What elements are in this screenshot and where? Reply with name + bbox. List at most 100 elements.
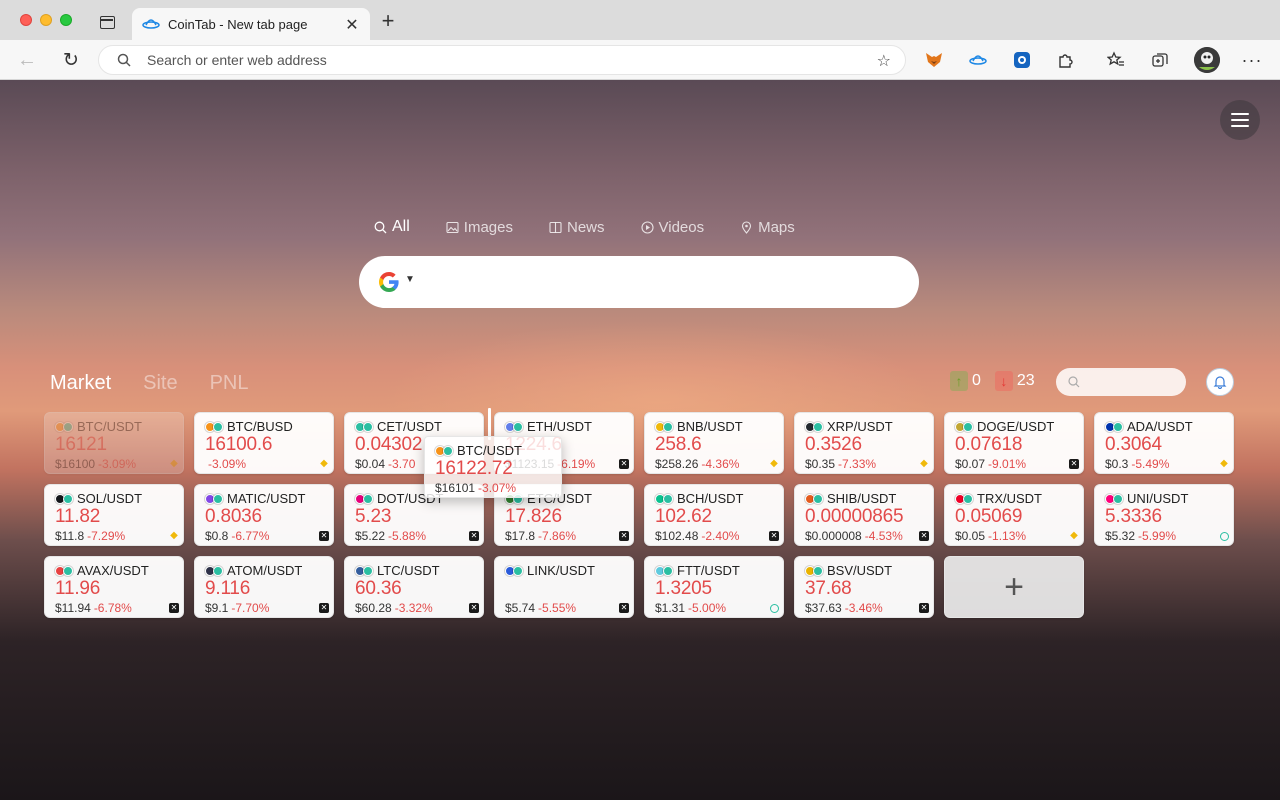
- play-icon: [640, 220, 654, 234]
- change-value: -5.88%: [388, 529, 427, 543]
- ticker-card[interactable]: AVAX/USDT 11.96 $11.94 -6.78% ✕: [44, 556, 184, 618]
- usd-value: $0.35: [805, 457, 836, 471]
- ftx-exchange-icon: ✕: [619, 459, 629, 469]
- ftx-exchange-icon: ✕: [919, 531, 929, 541]
- change-value: -7.70%: [231, 601, 270, 615]
- price-value: 17.826: [505, 506, 562, 527]
- pair-label: CET/USDT: [377, 419, 442, 434]
- search-input[interactable]: [423, 266, 893, 298]
- reload-icon[interactable]: ↻: [60, 49, 82, 72]
- tab-images[interactable]: Images: [446, 216, 513, 238]
- bot-extension-icon[interactable]: [1010, 48, 1034, 72]
- coin-icon: [955, 493, 973, 504]
- pair-label: BCH/USDT: [677, 491, 744, 506]
- ticker-card[interactable]: BTC/USDT 16121 $16100 -3.09% ◆: [44, 412, 184, 474]
- usd-value: $0.8: [205, 529, 229, 543]
- minimize-window-button[interactable]: [40, 14, 52, 26]
- price-value: 0.05069: [955, 506, 1023, 527]
- tab-pnl[interactable]: PNL: [210, 372, 249, 395]
- binance-exchange-icon: ◆: [1220, 458, 1228, 469]
- tab-overview-icon[interactable]: [100, 16, 115, 29]
- web-search-box[interactable]: ▼: [359, 256, 919, 308]
- pair-label: SOL/USDT: [77, 491, 143, 506]
- address-bar[interactable]: ☆: [98, 45, 906, 75]
- price-value: 5.3336: [1105, 506, 1162, 527]
- ticker-card[interactable]: ATOM/USDT 9.116 $9.1 -7.70% ✕: [194, 556, 334, 618]
- dragging-ticker-card[interactable]: BTC/USDT 16122.72 $16101 -3.07%: [424, 436, 562, 498]
- active-tab[interactable]: CoinTab - New tab page ✕: [132, 8, 370, 40]
- back-arrow-icon[interactable]: ←: [16, 49, 38, 72]
- ticker-card[interactable]: TRX/USDT 0.05069 $0.05 -1.13% ◆: [944, 484, 1084, 546]
- add-ticker-button[interactable]: +: [944, 556, 1084, 618]
- pair-label: ADA/USDT: [1127, 419, 1193, 434]
- down-count: 23: [1016, 372, 1035, 389]
- ticker-card[interactable]: ADA/USDT 0.3064 $0.3 -5.49% ◆: [1094, 412, 1234, 474]
- search-type-tabs: All Images News Videos Maps: [374, 216, 831, 238]
- tab-news[interactable]: News: [549, 216, 605, 238]
- tab-market[interactable]: Market: [50, 372, 111, 395]
- coin-icon: [55, 565, 73, 576]
- tab-all[interactable]: All: [374, 216, 410, 238]
- extensions-puzzle-icon[interactable]: [1054, 48, 1078, 72]
- price-value: 102.62: [655, 506, 712, 527]
- ticker-card[interactable]: SHIB/USDT 0.00000865 $0.000008 -4.53% ✕: [794, 484, 934, 546]
- address-input[interactable]: [147, 46, 847, 74]
- ticker-card[interactable]: BNB/USDT 258.6 $258.26 -4.36% ◆: [644, 412, 784, 474]
- close-window-button[interactable]: [20, 14, 32, 26]
- google-icon[interactable]: [379, 272, 399, 292]
- ticker-card[interactable]: MATIC/USDT 0.8036 $0.8 -6.77% ✕: [194, 484, 334, 546]
- cointab-extension-icon[interactable]: [966, 48, 990, 72]
- ticker-card[interactable]: BSV/USDT 37.68 $37.63 -3.46% ✕: [794, 556, 934, 618]
- alert-bell-button[interactable]: [1206, 368, 1234, 396]
- price-value: 60.36: [355, 578, 402, 599]
- ticker-card[interactable]: LTC/USDT 60.36 $60.28 -3.32% ✕: [344, 556, 484, 618]
- change-value: -7.29%: [87, 529, 126, 543]
- collections-icon[interactable]: [1148, 48, 1172, 72]
- ticker-card[interactable]: XRP/USDT 0.3526 $0.35 -7.33% ◆: [794, 412, 934, 474]
- ticker-card[interactable]: FTT/USDT 1.3205 $1.31 -5.00%: [644, 556, 784, 618]
- ftx-exchange-icon: ✕: [319, 531, 329, 541]
- close-tab-icon[interactable]: ✕: [344, 15, 360, 35]
- ticker-card[interactable]: DOGE/USDT 0.07618 $0.07 -9.01% ✕: [944, 412, 1084, 474]
- down-arrow-icon: ↓: [994, 371, 1013, 391]
- zoom-window-button[interactable]: [60, 14, 72, 26]
- pair-label: ETH/USDT: [527, 419, 592, 434]
- ticker-card[interactable]: BTC/BUSD 16100.6 -3.09% ◆: [194, 412, 334, 474]
- coin-icon: [805, 493, 823, 504]
- ftx-exchange-icon: ✕: [319, 603, 329, 613]
- coin-icon: [505, 421, 523, 432]
- metamask-extension-icon[interactable]: [922, 48, 946, 72]
- price-value: 258.6: [655, 434, 702, 455]
- coin-icon: [1105, 493, 1123, 504]
- pair-label: TRX/USDT: [977, 491, 1042, 506]
- profile-avatar[interactable]: [1194, 47, 1220, 73]
- tab-site[interactable]: Site: [143, 372, 177, 395]
- new-tab-button[interactable]: +: [378, 10, 398, 32]
- ticker-card[interactable]: SOL/USDT 11.82 $11.8 -7.29% ◆: [44, 484, 184, 546]
- ticker-card[interactable]: UNI/USDT 5.3336 $5.32 -5.99%: [1094, 484, 1234, 546]
- tab-maps[interactable]: Maps: [740, 216, 795, 238]
- engine-dropdown-caret-icon[interactable]: ▼: [405, 274, 415, 285]
- market-tabs: Market Site PNL: [50, 372, 249, 395]
- ftx-exchange-icon: ✕: [469, 531, 479, 541]
- usd-value: $11.8: [55, 529, 85, 543]
- pair-label: LINK/USDT: [527, 563, 595, 578]
- change-value: -3.09%: [98, 457, 137, 471]
- tab-videos[interactable]: Videos: [640, 216, 704, 238]
- usd-value: $37.63: [805, 601, 842, 615]
- image-icon: [446, 221, 459, 233]
- pair-label: FTT/USDT: [677, 563, 740, 578]
- add-favorite-icon[interactable]: ☆: [877, 51, 891, 71]
- change-value: -5.00%: [688, 601, 727, 615]
- binance-exchange-icon: ◆: [920, 458, 928, 469]
- ticker-card[interactable]: BCH/USDT 102.62 $102.48 -2.40% ✕: [644, 484, 784, 546]
- menu-button[interactable]: [1220, 100, 1260, 140]
- more-options-icon[interactable]: ···: [1240, 48, 1264, 72]
- pair-label: BTC/USDT: [77, 419, 142, 434]
- usd-value: $16101: [435, 481, 476, 495]
- market-search-input[interactable]: [1056, 368, 1186, 396]
- ftx-exchange-icon: ✕: [469, 603, 479, 613]
- favorites-icon[interactable]: [1104, 48, 1128, 72]
- ticker-card[interactable]: LINK/USDT $5.74 -5.55% ✕: [494, 556, 634, 618]
- usd-value: $0.3: [1105, 457, 1129, 471]
